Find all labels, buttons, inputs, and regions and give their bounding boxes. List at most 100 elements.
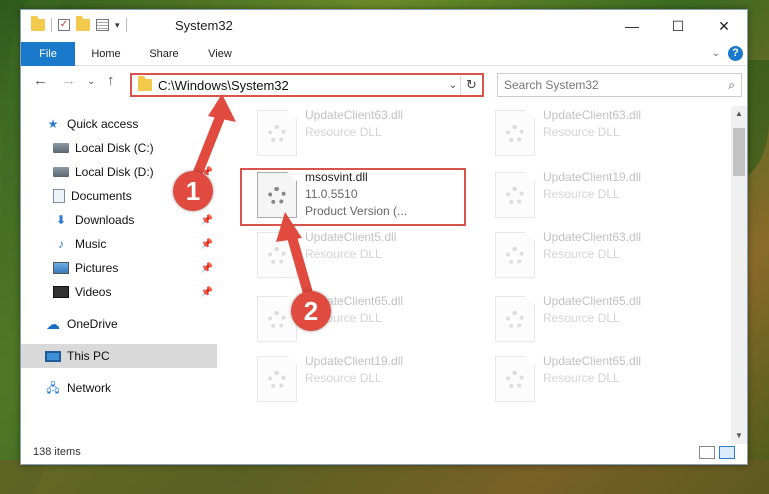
file-description: Resource DLL bbox=[543, 311, 620, 325]
dll-file-icon bbox=[495, 110, 535, 156]
folder-icon[interactable] bbox=[31, 16, 45, 31]
file-tile[interactable]: UpdateClient65.dll Resource DLL bbox=[489, 292, 709, 348]
up-arrow-icon[interactable]: ↑ bbox=[107, 72, 115, 89]
dll-file-icon bbox=[495, 356, 535, 402]
tab-share[interactable]: Share bbox=[139, 42, 189, 66]
chevron-down-icon[interactable]: ⌄ bbox=[712, 48, 720, 59]
sidebar-item-label: Videos bbox=[75, 285, 112, 299]
tab-view[interactable]: View bbox=[197, 42, 243, 66]
dll-file-icon bbox=[257, 232, 297, 278]
dll-file-icon bbox=[495, 296, 535, 342]
refresh-icon[interactable]: ↻ bbox=[460, 75, 482, 95]
computer-icon bbox=[45, 350, 61, 362]
separator bbox=[51, 18, 52, 32]
search-icon[interactable]: ⌕ bbox=[728, 78, 735, 93]
network-icon: 🖧 bbox=[46, 381, 60, 395]
videos-icon bbox=[53, 286, 69, 298]
sidebar-item-music[interactable]: ♪ Music 📌 bbox=[21, 232, 217, 256]
file-description: Resource DLL bbox=[305, 247, 382, 261]
maximize-icon: ☐ bbox=[671, 17, 685, 34]
sidebar-item-local-disk-c[interactable]: Local Disk (C:) bbox=[21, 136, 217, 160]
sidebar-item-label: Pictures bbox=[75, 261, 119, 275]
back-arrow-icon[interactable]: ← bbox=[33, 72, 48, 89]
scroll-up-icon[interactable]: ▲ bbox=[731, 106, 747, 122]
file-tile[interactable]: UpdateClient65.dll Resource DLL bbox=[251, 292, 471, 348]
scroll-thumb[interactable] bbox=[733, 128, 745, 176]
sidebar-item-label: Quick access bbox=[67, 117, 139, 131]
dll-file-icon bbox=[495, 172, 535, 218]
address-path[interactable]: C:\Windows\System32 bbox=[158, 78, 446, 93]
close-button[interactable]: ✕ bbox=[701, 10, 747, 42]
properties-check-icon[interactable]: ✓ bbox=[58, 19, 70, 31]
recent-locations-chevron-icon[interactable]: ⌄ bbox=[87, 76, 95, 87]
pin-icon[interactable]: 📌 bbox=[201, 263, 213, 274]
search-placeholder: Search System32 bbox=[504, 78, 599, 92]
file-name: UpdateClient65.dll bbox=[543, 354, 642, 368]
pin-icon[interactable]: 📌 bbox=[201, 215, 213, 226]
file-tile[interactable]: UpdateClient19.dll Resource DLL bbox=[251, 352, 471, 408]
sidebar-item-pictures[interactable]: Pictures 📌 bbox=[21, 256, 217, 280]
chevron-down-icon[interactable]: ▾ bbox=[115, 20, 120, 31]
help-icon[interactable]: ? bbox=[728, 46, 743, 61]
sidebar-item-downloads[interactable]: ⬇ Downloads 📌 bbox=[21, 208, 217, 232]
step-marker-2: 2 bbox=[291, 291, 331, 331]
tiles-view-icon[interactable] bbox=[719, 445, 735, 459]
navigation-bar: ← → ⌄ ↑ C:\Windows\System32 ⌄ ↻ Search S… bbox=[21, 70, 747, 98]
properties-icon[interactable] bbox=[96, 19, 109, 31]
vertical-scrollbar[interactable]: ▲ ▼ bbox=[731, 106, 747, 444]
tab-file[interactable]: File bbox=[21, 42, 75, 66]
file-description: Resource DLL bbox=[543, 187, 620, 201]
file-description: Resource DLL bbox=[543, 371, 620, 385]
sidebar-item-label: Documents bbox=[71, 189, 132, 203]
file-tile[interactable]: UpdateClient5.dll Resource DLL bbox=[251, 228, 471, 284]
navigation-pane: ★ Quick access Local Disk (C:) Local Dis… bbox=[21, 106, 217, 440]
minimize-button[interactable]: — bbox=[609, 10, 655, 42]
tab-home[interactable]: Home bbox=[81, 42, 131, 66]
pictures-icon bbox=[53, 262, 69, 274]
pin-icon[interactable]: 📌 bbox=[201, 239, 213, 250]
sidebar-item-onedrive[interactable]: ☁ OneDrive bbox=[21, 312, 217, 336]
file-tile[interactable]: UpdateClient65.dll Resource DLL bbox=[489, 352, 709, 408]
ribbon: File Home Share View ⌄ ? bbox=[21, 42, 747, 66]
wallpaper bbox=[0, 460, 769, 494]
sidebar-item-label: Downloads bbox=[75, 213, 135, 227]
status-bar: 138 items bbox=[21, 440, 747, 464]
quick-access-toolbar: ✓ ▾ bbox=[31, 16, 127, 32]
chevron-down-icon[interactable]: ⌄ bbox=[446, 80, 460, 91]
address-bar[interactable]: C:\Windows\System32 ⌄ ↻ bbox=[130, 73, 484, 97]
sidebar-item-this-pc[interactable]: This PC bbox=[21, 344, 217, 368]
file-list: UpdateClient63.dll Resource DLL UpdateCli… bbox=[231, 102, 731, 442]
drive-icon bbox=[53, 143, 69, 153]
file-description: Resource DLL bbox=[305, 125, 382, 139]
star-icon: ★ bbox=[47, 117, 59, 131]
step-marker-1: 1 bbox=[173, 171, 213, 211]
maximize-button[interactable]: ☐ bbox=[655, 10, 701, 42]
music-icon: ♪ bbox=[58, 237, 64, 251]
cloud-icon: ☁ bbox=[46, 316, 60, 332]
sidebar-item-label: OneDrive bbox=[67, 317, 118, 331]
window-title: System32 bbox=[175, 18, 233, 33]
pin-icon[interactable]: 📌 bbox=[201, 287, 213, 298]
document-icon bbox=[53, 189, 65, 203]
forward-arrow-icon[interactable]: → bbox=[61, 72, 76, 89]
details-view-icon[interactable] bbox=[699, 445, 715, 459]
sidebar-item-label: Local Disk (D:) bbox=[75, 165, 154, 179]
sidebar-item-network[interactable]: 🖧 Network bbox=[21, 376, 217, 400]
file-tile[interactable]: UpdateClient19.dll Resource DLL bbox=[489, 168, 709, 224]
search-input[interactable]: Search System32 ⌕ bbox=[497, 73, 742, 97]
sidebar-item-quick-access[interactable]: ★ Quick access bbox=[21, 112, 217, 136]
view-switcher bbox=[699, 445, 735, 459]
file-name: UpdateClient63.dll bbox=[543, 108, 642, 122]
item-count: 138 items bbox=[33, 446, 81, 458]
sidebar-item-videos[interactable]: Videos 📌 bbox=[21, 280, 217, 304]
file-name: UpdateClient5.dll bbox=[305, 230, 397, 244]
download-icon: ⬇ bbox=[55, 213, 67, 227]
file-name: UpdateClient65.dll bbox=[543, 294, 642, 308]
sidebar-item-label: Music bbox=[75, 237, 107, 251]
file-tile[interactable]: UpdateClient63.dll Resource DLL bbox=[489, 106, 709, 162]
dll-file-icon bbox=[257, 296, 297, 342]
new-folder-icon[interactable] bbox=[76, 16, 90, 31]
file-tile[interactable]: UpdateClient63.dll Resource DLL bbox=[489, 228, 709, 284]
file-tile[interactable]: UpdateClient63.dll Resource DLL bbox=[251, 106, 471, 162]
dll-file-icon bbox=[257, 356, 297, 402]
